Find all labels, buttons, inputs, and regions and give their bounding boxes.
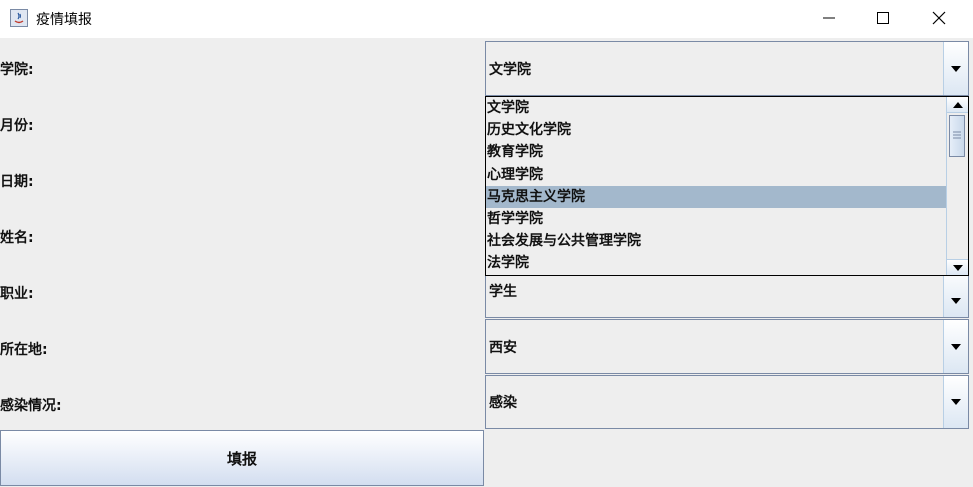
scroll-down-button[interactable] [947, 259, 968, 275]
close-icon [932, 11, 946, 25]
college-option[interactable]: 文学院 [486, 97, 947, 119]
form-panel: 学院: 月份: 日期: 姓名: 职业: 所在地: 感染情况: 文学院 学生 西安… [0, 38, 973, 487]
title-bar: 疫情填报 [0, 0, 973, 38]
college-option[interactable]: 历史文化学院 [486, 119, 947, 141]
date-label: 日期: [0, 174, 34, 190]
minimize-icon [823, 17, 835, 19]
chevron-up-icon [952, 101, 963, 108]
infection-status-combobox[interactable]: 感染 [485, 375, 969, 429]
college-option[interactable]: 社会发展与公共管理学院 [486, 230, 947, 252]
college-option[interactable]: 法学院 [486, 252, 947, 274]
college-options-list: 文学院 历史文化学院 教育学院 心理学院 马克思主义学院 哲学学院 社会发展与公… [486, 97, 947, 275]
occupation-combobox-value: 学生 [489, 284, 517, 300]
maximize-icon [877, 12, 889, 24]
month-label: 月份: [0, 118, 34, 134]
chevron-down-icon [952, 264, 963, 271]
college-option[interactable]: 教育学院 [486, 141, 947, 163]
infection-status-dropdown-arrow[interactable] [943, 376, 968, 428]
close-button[interactable] [916, 0, 962, 36]
location-combobox-value: 西安 [489, 339, 517, 356]
college-combobox[interactable]: 文学院 [485, 41, 969, 96]
location-label: 所在地: [0, 342, 48, 358]
location-combobox[interactable]: 西安 [485, 319, 969, 374]
scroll-up-button[interactable] [947, 97, 968, 113]
name-label: 姓名: [0, 230, 34, 246]
submit-button[interactable]: 填报 [0, 430, 484, 486]
minimize-button[interactable] [806, 0, 852, 36]
maximize-button[interactable] [860, 0, 906, 36]
grip-icon [953, 131, 961, 139]
occupation-label: 职业: [0, 286, 34, 302]
chevron-down-icon [951, 298, 961, 304]
college-combobox-value: 文学院 [489, 61, 531, 78]
college-dropdown-popup: 文学院 历史文化学院 教育学院 心理学院 马克思主义学院 哲学学院 社会发展与公… [485, 96, 969, 276]
window-title: 疫情填报 [36, 12, 92, 28]
infection-status-combobox-value: 感染 [489, 395, 517, 411]
college-option-highlighted[interactable]: 马克思主义学院 [486, 185, 947, 208]
chevron-down-icon [951, 65, 961, 72]
chevron-down-icon [951, 399, 961, 405]
popup-scrollbar[interactable] [946, 97, 968, 275]
college-option[interactable]: 心理学院 [486, 164, 947, 186]
location-dropdown-arrow[interactable] [943, 320, 968, 373]
java-icon [10, 9, 28, 27]
college-option[interactable]: 哲学学院 [486, 208, 947, 230]
scrollbar-thumb[interactable] [949, 115, 965, 157]
chevron-down-icon [951, 343, 961, 350]
college-dropdown-arrow[interactable] [943, 42, 968, 95]
college-label: 学院: [0, 62, 34, 78]
infection-status-label: 感染情况: [0, 398, 62, 414]
